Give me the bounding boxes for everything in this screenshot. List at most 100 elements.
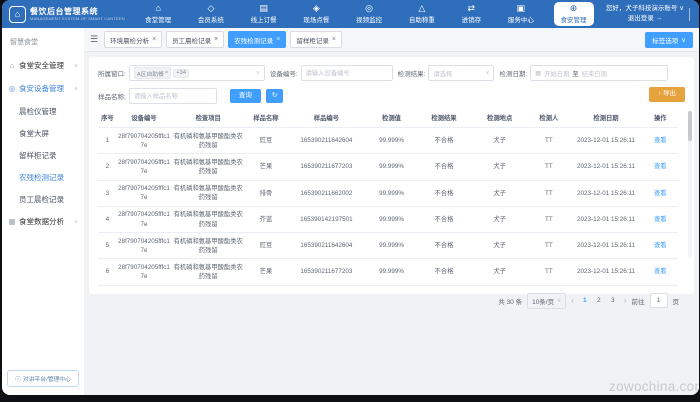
view-link[interactable]: 查看 <box>654 216 667 223</box>
view-link[interactable]: 查看 <box>654 137 667 144</box>
user-divider <box>689 8 690 21</box>
goto-unit-label: 页 <box>673 296 680 306</box>
page-number[interactable]: 3 <box>607 296 619 305</box>
cell-sample-number: 165390211642604 <box>287 128 367 154</box>
tab-options-button[interactable]: 标签选项 ∨ <box>645 32 693 48</box>
date-range-picker[interactable]: ▦ 开始日期 至 结束日期 <box>530 65 668 81</box>
top-menu-item-label: 服务中心 <box>508 14 534 24</box>
page-number[interactable]: 2 <box>593 296 605 305</box>
cell-value: 99.999% <box>366 259 417 285</box>
prev-page-button[interactable]: ‹ <box>571 297 574 305</box>
sidebar-item-label: 食安设备管理 <box>19 83 64 94</box>
scrollbar-thumb[interactable] <box>688 111 692 141</box>
sample-name-input[interactable] <box>129 88 217 104</box>
hamburger-icon[interactable]: ☰ <box>90 35 98 44</box>
top-menu-item[interactable]: △ 自助称重 <box>402 0 442 28</box>
main-area: ☰ 环境晨检分析 × 员工晨检记录 × <box>84 28 699 395</box>
logout-arrow-icon: → <box>656 15 663 22</box>
detection-records-table: 序号设备编号检查项目样品名称样品编号检测值检测结果检测地点检测人检测日期操作 1… <box>98 111 678 286</box>
table-header-cell: 样品名称 <box>245 111 286 128</box>
page-numbers: 123 <box>579 296 619 305</box>
tab-close-icon[interactable]: × <box>214 36 218 43</box>
sidebar-item-label: 晨检仪管理 <box>19 106 57 117</box>
page-number[interactable]: 1 <box>579 296 591 305</box>
cell-value: 99.999% <box>366 206 417 232</box>
chevron-icon: ∨ <box>74 219 78 225</box>
tag-close-icon[interactable]: × <box>165 70 168 76</box>
table-header-cell: 序号 <box>98 111 117 128</box>
export-button[interactable]: ↑ 导出 <box>649 87 685 102</box>
onsite-order-icon: ◈ <box>313 4 320 13</box>
self-weigh-icon: △ <box>418 4 425 13</box>
cell-seq: 1 <box>98 128 117 154</box>
cell-device: 28f790704205fffc17e <box>117 128 171 154</box>
tab-close-icon[interactable]: × <box>332 36 336 43</box>
logout-link[interactable]: 退出登录 → <box>606 14 684 24</box>
cell-inspector: TT <box>528 259 569 285</box>
cell-result: 不合格 <box>417 206 471 232</box>
top-menu-item[interactable]: ▣ 服务中心 <box>501 0 541 28</box>
sidebar-item[interactable]: 食堂大屏 <box>2 122 84 144</box>
sidebar-item-label: 农残检测记录 <box>19 172 64 183</box>
sidebar-item[interactable]: ◎ 食安设备管理 ∧ <box>2 77 84 100</box>
cell-inspector: TT <box>528 128 569 154</box>
user-dropdown-chevron-icon[interactable]: ∨ <box>679 5 684 12</box>
window-select[interactable]: A区自助餐 × +34 ∨ <box>129 65 265 81</box>
page-size-select[interactable]: 10条/页 ∨ <box>527 293 566 309</box>
top-menu-item[interactable]: ⇄ 进销存 <box>455 0 489 28</box>
sidebar-item-label: 食堂安全管理 <box>19 60 64 71</box>
sidebar-item[interactable]: 员工晨检记录 <box>2 188 84 210</box>
user-greeting[interactable]: 您好，犬子科技演示账号 ∨ <box>606 4 684 14</box>
cell-check-item: 有机磷和氨基甲酸酯类农药残留 <box>171 128 245 154</box>
tab-close-icon[interactable]: × <box>152 36 156 43</box>
sidebar-item[interactable]: 留样柜记录 <box>2 144 84 166</box>
top-menu-item[interactable]: ◎ 视频监控 <box>349 0 389 28</box>
cell-device: 28f790704205fffc17e <box>117 259 171 285</box>
top-menu-item-label: 会员系统 <box>198 14 224 24</box>
sidebar-item[interactable]: 农残检测记录 <box>2 166 84 188</box>
top-menu-item-label: 视频监控 <box>356 14 382 24</box>
page-tab-label: 农残检测记录 <box>234 35 273 45</box>
sidebar-item-label: 员工晨检记录 <box>19 194 64 205</box>
view-link[interactable]: 查看 <box>654 242 667 249</box>
top-menu-item[interactable]: ◇ 会员系统 <box>191 0 231 28</box>
sidebar-item[interactable]: 晨检仪管理 <box>2 100 84 122</box>
app-logo: ⌂ 餐饮后台管理系统 MANAGEMENT SYSTEM OF SMART CA… <box>2 0 132 28</box>
top-menu-item[interactable]: ▤ 线上订餐 <box>244 0 284 28</box>
goto-page-input[interactable] <box>650 293 668 308</box>
page-tab[interactable]: 环境晨检分析 × <box>104 31 162 48</box>
top-menu-item[interactable]: ◈ 现场点餐 <box>296 0 336 28</box>
sidebar-item[interactable]: ⌂ 食堂安全管理 ∨ <box>2 54 84 77</box>
top-menu-item[interactable]: ⌂ 食堂管理 <box>138 0 178 28</box>
view-link[interactable]: 查看 <box>654 190 667 197</box>
page-tab[interactable]: 员工晨检记录 × <box>166 31 224 48</box>
app-subtitle: MANAGEMENT SYSTEM OF SMART CANTEEN <box>30 16 125 21</box>
cell-location: 犬子 <box>471 259 528 285</box>
page-tab[interactable]: 农残检测记录 × <box>228 31 286 48</box>
table-header-cell: 检查项目 <box>171 111 245 128</box>
cell-result: 不合格 <box>417 180 471 206</box>
cell-seq: 4 <box>98 206 117 232</box>
result-select[interactable]: 请选择 ∨ <box>428 65 494 81</box>
search-button[interactable]: 查询 <box>230 89 261 104</box>
sidebar-item[interactable]: ▦ 食堂数据分析 ∨ <box>2 210 84 233</box>
cell-check-item: 有机磷和氨基甲酸酯类农药残留 <box>171 233 245 259</box>
table-scrollbar[interactable] <box>688 111 692 258</box>
cell-check-item: 有机磷和氨基甲酸酯类农药残留 <box>171 154 245 180</box>
table-row: 2 28f790704205fffc17e 有机磷和氨基甲酸酯类农药残留 芒果 … <box>98 154 678 180</box>
table-header-row: 序号设备编号检查项目样品名称样品编号检测值检测结果检测地点检测人检测日期操作 <box>98 111 678 128</box>
cell-sample-name: 芥蓝 <box>245 206 286 232</box>
next-page-button[interactable]: › <box>624 297 627 305</box>
view-link[interactable]: 查看 <box>654 163 667 170</box>
tab-close-icon[interactable]: × <box>276 36 280 43</box>
reset-button[interactable]: ↻ <box>266 89 283 104</box>
view-link[interactable]: 查看 <box>654 268 667 275</box>
top-menu-item[interactable]: ⊕ 食安管理 <box>554 2 594 26</box>
intercom-platform-button[interactable]: ⓘ 对讲平台/管理中心 <box>7 370 79 387</box>
sample-filter-label: 样品名称: <box>98 91 126 101</box>
page-tab[interactable]: 留样柜记录 × <box>290 31 342 48</box>
sidebar-item-label: 食堂数据分析 <box>19 216 64 227</box>
food-safety-icon: ⊕ <box>570 4 578 13</box>
device-number-input[interactable] <box>301 65 393 81</box>
table-header-cell: 检测结果 <box>417 111 471 128</box>
